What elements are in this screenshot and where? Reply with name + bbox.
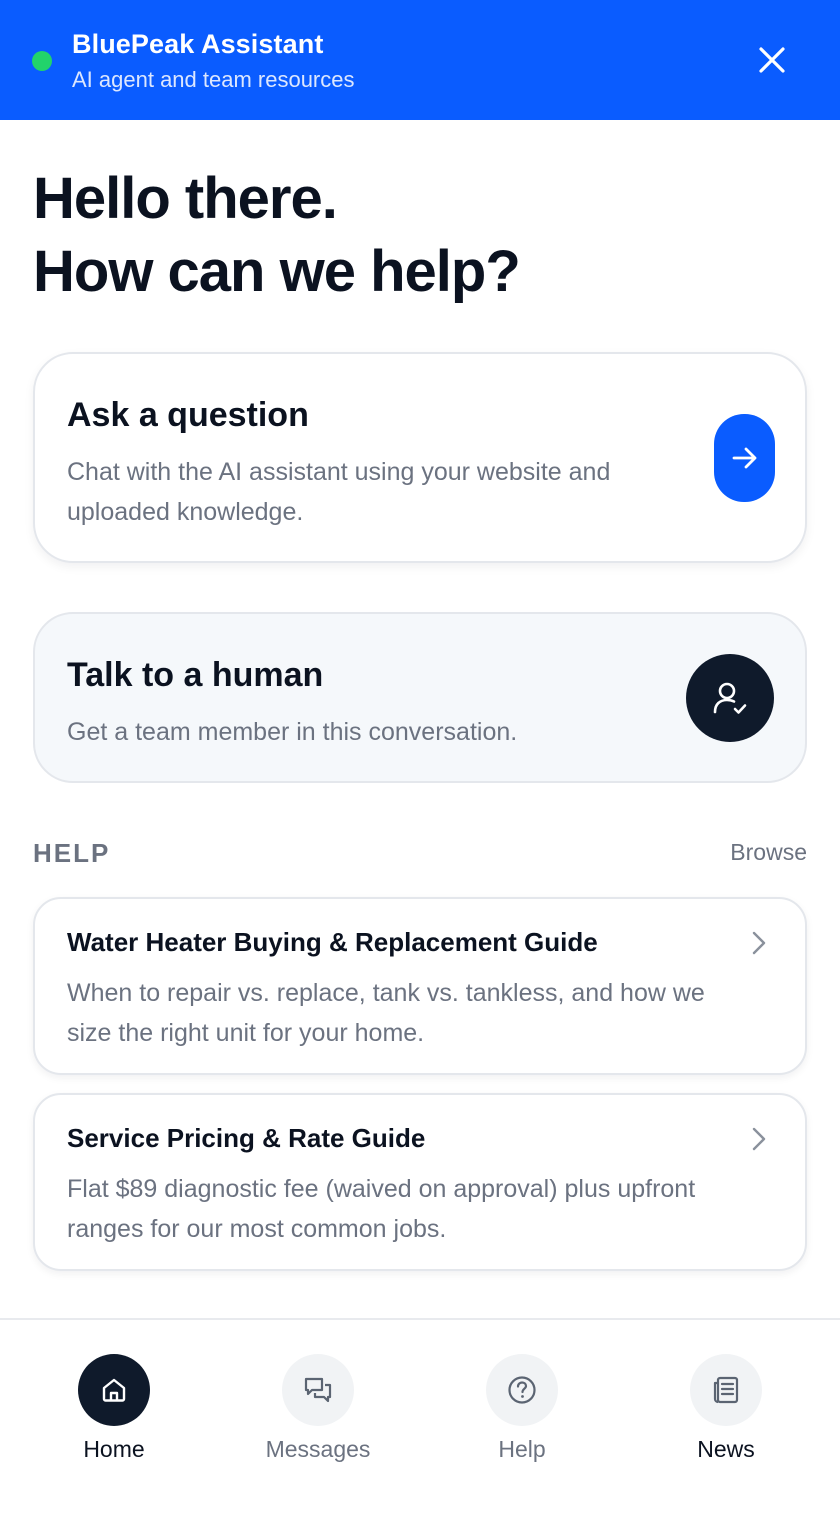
chevron-right-icon	[752, 931, 766, 955]
news-icon	[713, 1376, 739, 1404]
bottom-navigation: Home Messages Help News	[0, 1318, 840, 1520]
nav-help-circle	[486, 1354, 558, 1426]
help-circle-icon	[508, 1376, 536, 1404]
nav-item-messages[interactable]: Messages	[238, 1320, 398, 1480]
home-icon	[102, 1378, 126, 1402]
nav-messages-circle	[282, 1354, 354, 1426]
help-section-title: HELP	[33, 838, 111, 868]
greeting-line-2: How can we help?	[33, 239, 521, 304]
nav-home-label: Home	[83, 1436, 145, 1462]
talk-to-human-title: Talk to a human	[67, 656, 324, 694]
help-article-card[interactable]: Water Heater Buying & Replacement Guide …	[33, 897, 807, 1075]
nav-help-label: Help	[498, 1436, 546, 1462]
nav-messages-label: Messages	[265, 1436, 371, 1462]
assistant-subtitle: AI agent and team resources	[72, 67, 355, 92]
close-button[interactable]	[750, 38, 794, 82]
greeting-line-1: Hello there.	[33, 166, 338, 231]
arrow-right-icon	[732, 447, 756, 469]
browse-link[interactable]: Browse	[730, 839, 807, 866]
help-article-card[interactable]: Service Pricing & Rate Guide Flat $89 di…	[33, 1093, 807, 1271]
user-check-icon	[713, 682, 747, 714]
help-article-title: Service Pricing & Rate Guide	[67, 1123, 426, 1153]
assistant-header: BluePeak Assistant AI agent and team res…	[0, 0, 840, 120]
help-article-description: Flat $89 diagnostic fee (waived on appro…	[67, 1175, 696, 1243]
nav-home-circle	[78, 1354, 150, 1426]
ask-question-card[interactable]: Ask a question Chat with the AI assistan…	[33, 352, 807, 563]
close-icon	[759, 47, 785, 73]
ask-question-button[interactable]	[714, 414, 775, 502]
help-article-description: When to repair vs. replace, tank vs. tan…	[67, 979, 705, 1047]
nav-news-circle	[690, 1354, 762, 1426]
help-article-title: Water Heater Buying & Replacement Guide	[67, 927, 598, 957]
nav-item-news[interactable]: News	[646, 1320, 806, 1480]
ask-question-description: Chat with the AI assistant using your we…	[67, 458, 611, 526]
greeting-heading: Hello there. How can we help?	[33, 162, 521, 308]
talk-to-human-card[interactable]: Talk to a human Get a team member in thi…	[33, 612, 807, 783]
nav-item-help[interactable]: Help	[442, 1320, 602, 1480]
nav-news-label: News	[697, 1436, 755, 1462]
ask-question-title: Ask a question	[67, 396, 309, 434]
assistant-title: BluePeak Assistant	[72, 29, 324, 59]
talk-to-human-button[interactable]	[686, 654, 774, 742]
talk-to-human-description: Get a team member in this conversation.	[67, 718, 518, 746]
messages-icon	[304, 1377, 332, 1403]
nav-item-home[interactable]: Home	[34, 1320, 194, 1480]
chevron-right-icon	[752, 1127, 766, 1151]
online-status-dot	[32, 51, 52, 71]
